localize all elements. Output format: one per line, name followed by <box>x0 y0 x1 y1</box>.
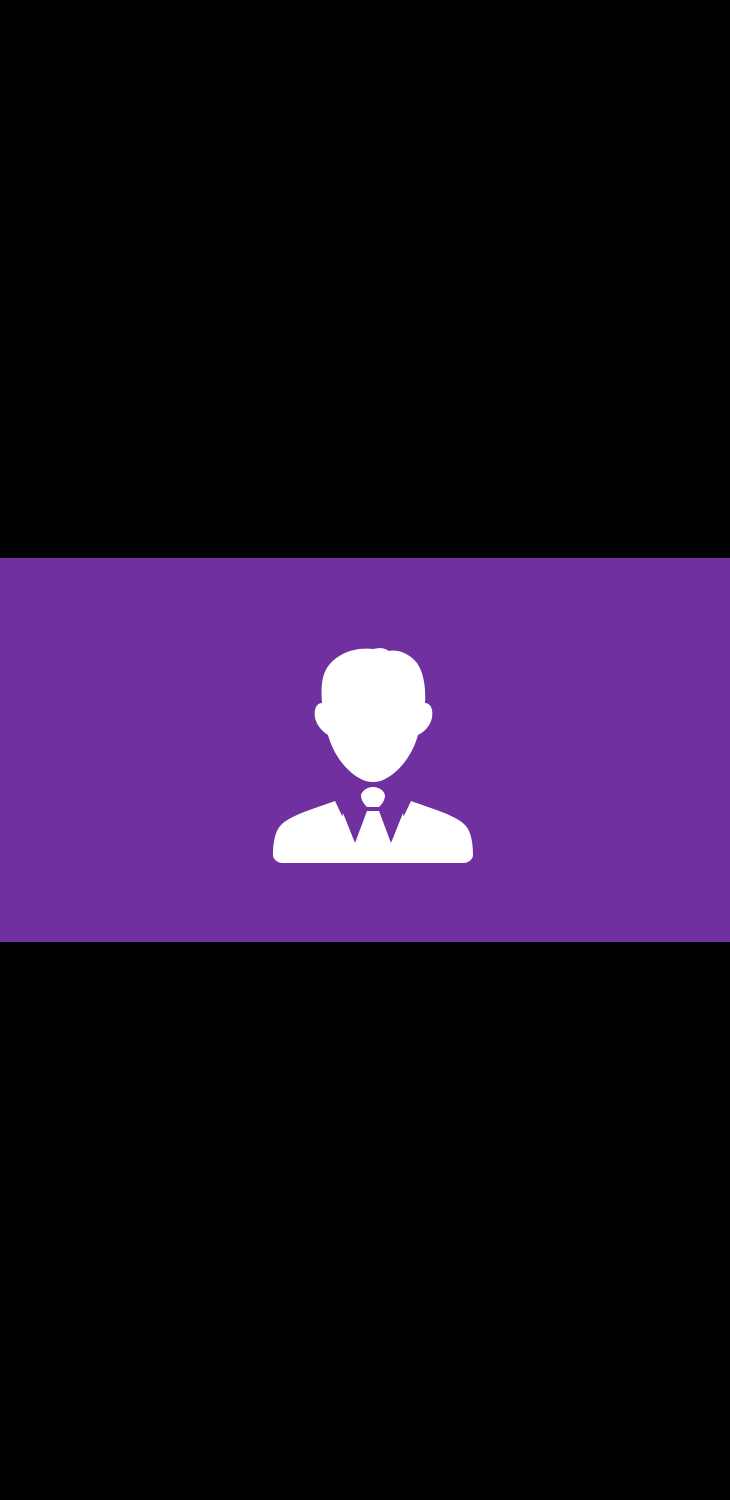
profile-banner <box>0 558 730 942</box>
businessman-avatar-icon <box>273 643 473 865</box>
screen <box>0 0 730 1500</box>
